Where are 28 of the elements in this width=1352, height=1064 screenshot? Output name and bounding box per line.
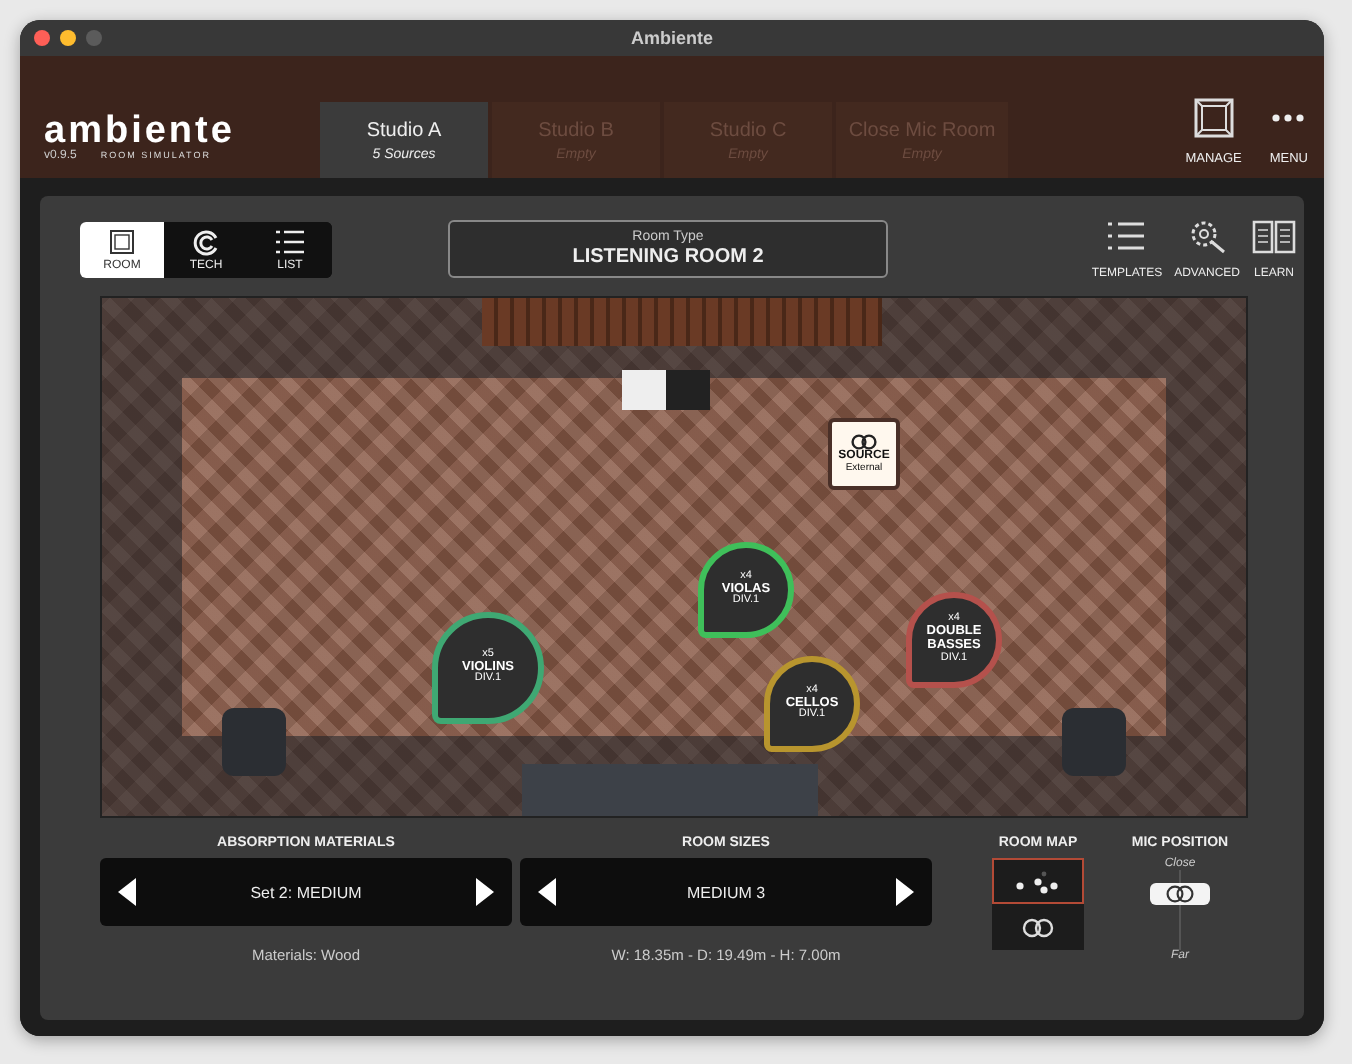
rings-icon [1020, 917, 1056, 937]
map-view-button[interactable] [992, 904, 1084, 950]
left-triangle-icon [538, 878, 558, 906]
armchair-drawing [1062, 708, 1126, 776]
dots-icon [1014, 869, 1062, 893]
square-icon [108, 227, 136, 255]
list-icon [1106, 218, 1147, 254]
minimize-button[interactable] [60, 30, 76, 46]
list-icon [274, 227, 306, 255]
rings-icon [1164, 885, 1196, 903]
slider-thumb[interactable] [1150, 883, 1210, 905]
spiral-icon [192, 227, 220, 255]
close-button[interactable] [34, 30, 50, 46]
right-triangle-icon [894, 878, 914, 906]
window-title: Ambiente [630, 28, 713, 48]
map-view-button[interactable] [992, 858, 1084, 904]
armchair-drawing [222, 708, 286, 776]
stepper-value: Set 2: MEDIUM [250, 883, 362, 901]
book-icon [1252, 218, 1296, 254]
gear-search-icon [1187, 218, 1228, 254]
speaker-drawing [622, 370, 710, 410]
left-triangle-icon [118, 878, 138, 906]
menu-icon [1272, 114, 1305, 122]
rings-icon [850, 434, 878, 450]
frame-icon [1191, 96, 1236, 140]
logo: ambiente [44, 114, 237, 150]
stepper-value: MEDIUM 3 [686, 883, 766, 901]
right-triangle-icon [473, 878, 494, 906]
